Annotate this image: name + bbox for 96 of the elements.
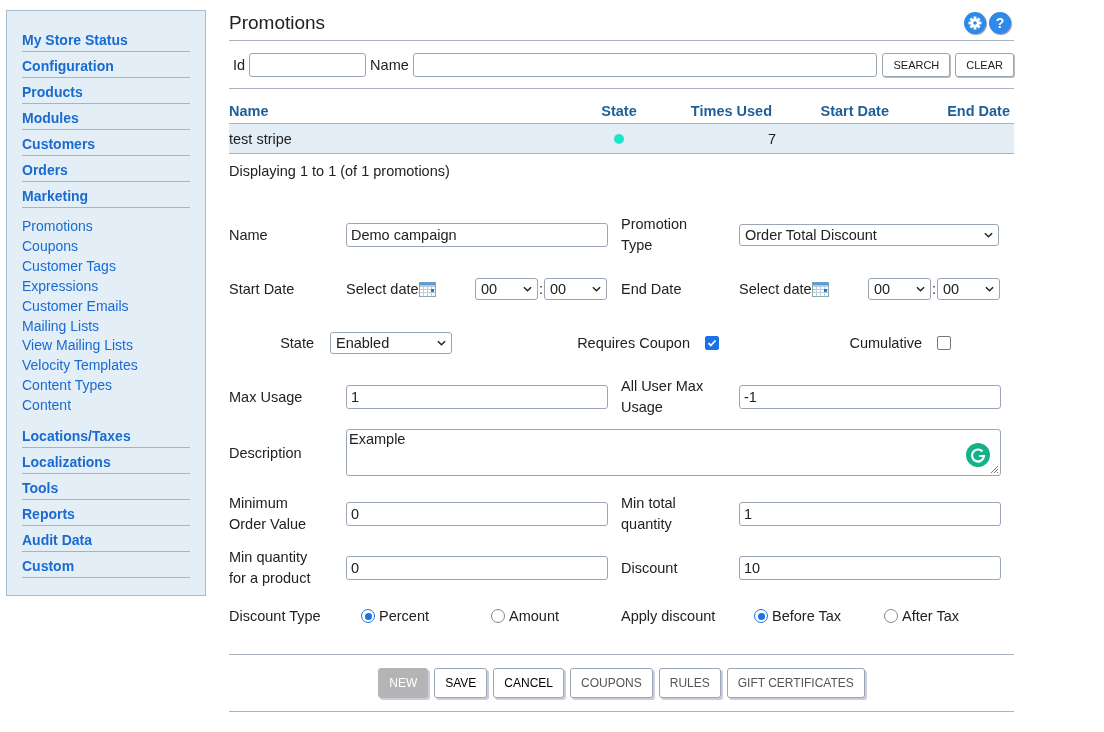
field-label: All User Max Usage: [621, 377, 705, 417]
minute-dropdown[interactable]: 00: [544, 278, 608, 300]
caret-icon: [592, 286, 602, 292]
date-picker-link[interactable]: Select date: [739, 281, 812, 297]
column-header[interactable]: Name: [229, 103, 569, 119]
time-separator: :: [538, 281, 545, 297]
minute-dropdown[interactable]: 00: [937, 278, 1001, 300]
check-icon: [707, 338, 717, 348]
sidebar-item[interactable]: Localizations: [22, 451, 190, 475]
id-field[interactable]: [249, 53, 367, 77]
sidebar-item[interactable]: Customers: [22, 133, 190, 156]
search-bar-button[interactable]: SEARCH: [882, 53, 951, 77]
text-field[interactable]: 1: [346, 385, 608, 409]
sidebar-item[interactable]: Configuration: [22, 55, 190, 78]
text-field[interactable]: 1: [739, 502, 1001, 526]
radio-option[interactable]: Amount: [491, 608, 621, 624]
calendar-icon[interactable]: [418, 281, 436, 297]
summary-text: Displaying 1 to 1 (of 1 promotions): [229, 162, 451, 179]
sidebar-item[interactable]: Orders: [22, 159, 190, 182]
text-field[interactable]: Demo campaign: [346, 223, 608, 247]
action-button[interactable]: RULES: [658, 668, 721, 698]
column-header[interactable]: End Date: [893, 103, 1014, 119]
field-label: Promotion Type: [621, 215, 689, 255]
action-button[interactable]: COUPONS: [570, 668, 653, 698]
hour-dropdown[interactable]: 00: [868, 278, 931, 300]
caret-icon: [916, 286, 925, 292]
field-label: Description: [229, 444, 303, 461]
column-header[interactable]: State: [569, 103, 669, 119]
page-title: Promotions: [229, 12, 326, 34]
sidebar-item[interactable]: Audit Data: [22, 529, 190, 553]
dropdown[interactable]: Order Total Discount: [739, 224, 999, 246]
sidebar-subitem[interactable]: Promotions: [22, 217, 190, 237]
field-label: Discount Type: [229, 608, 322, 624]
calendar-icon[interactable]: [811, 281, 829, 297]
field-label: Discount: [621, 558, 679, 578]
radio-option[interactable]: Before Tax: [754, 608, 884, 624]
field-label: Apply discount: [621, 608, 717, 624]
radio-option[interactable]: After Tax: [884, 608, 1014, 624]
sidebar-item[interactable]: Tools: [22, 477, 190, 501]
field-label: Min quantity for a product: [229, 548, 312, 588]
field-label: Name: [229, 225, 269, 245]
sidebar-subitem[interactable]: Content: [22, 396, 190, 417]
sidebar-subitem[interactable]: Content Types: [22, 376, 190, 397]
action-button[interactable]: GIFT CERTIFICATES: [726, 668, 865, 698]
field-label: Max Usage: [229, 387, 304, 407]
sidebar-item[interactable]: Custom: [22, 555, 190, 579]
sidebar-item[interactable]: Locations/Taxes: [22, 425, 190, 449]
checkbox-label: Cumulative: [848, 335, 922, 351]
text-area[interactable]: Example: [346, 429, 1001, 476]
caret-icon: [437, 340, 446, 346]
column-header[interactable]: Times Used: [669, 103, 776, 119]
text-field[interactable]: -1: [739, 385, 1001, 409]
sidebar-item[interactable]: Marketing: [22, 185, 190, 208]
table-cell-text: 7: [766, 130, 776, 147]
hour-dropdown[interactable]: 00: [475, 278, 538, 300]
name-field[interactable]: [412, 53, 878, 77]
sidebar-subitem[interactable]: View Mailing Lists: [22, 336, 190, 357]
field-label: Id: [233, 57, 246, 73]
text-field[interactable]: 0: [346, 502, 608, 526]
caret-icon: [523, 286, 532, 292]
text-field[interactable]: 10: [739, 556, 1001, 580]
sidebar-subitem[interactable]: Velocity Templates: [22, 356, 190, 377]
resize-grip-icon[interactable]: [989, 464, 999, 474]
text-field[interactable]: 0: [346, 556, 608, 580]
sidebar-item[interactable]: My Store Status: [22, 29, 190, 52]
table-row[interactable]: test stripe 7: [229, 124, 1014, 154]
field-label: End Date: [621, 279, 683, 299]
caret-icon: [985, 286, 995, 292]
table-cell-text: test stripe: [229, 130, 293, 147]
sidebar-item[interactable]: Reports: [22, 503, 190, 527]
checkbox-label: Requires Coupon: [576, 335, 690, 351]
help-button[interactable]: ?: [989, 12, 1011, 34]
dropdown[interactable]: Enabled: [330, 332, 452, 354]
search-bar-button[interactable]: CLEAR: [955, 53, 1014, 77]
sidebar-item[interactable]: Modules: [22, 107, 190, 130]
radio-option[interactable]: Percent: [361, 608, 491, 624]
date-picker-link[interactable]: Select date: [346, 281, 419, 297]
checkbox[interactable]: [705, 336, 719, 350]
action-button[interactable]: CANCEL: [493, 668, 565, 698]
sidebar-subitem[interactable]: Customer Emails: [22, 296, 190, 317]
field-label: Name: [370, 57, 409, 73]
sidebar-subitem[interactable]: Expressions: [22, 276, 190, 297]
time-separator: :: [931, 281, 938, 297]
sidebar-item[interactable]: Products: [22, 81, 190, 104]
column-header[interactable]: Start Date: [776, 103, 893, 119]
caret-icon: [984, 232, 993, 238]
field-label: Start Date: [229, 279, 296, 299]
checkbox[interactable]: [937, 336, 951, 350]
sidebar-subitem[interactable]: Mailing Lists: [22, 316, 190, 337]
field-label: Minimum Order Value: [229, 494, 308, 534]
action-button[interactable]: SAVE: [434, 668, 488, 698]
field-label: State: [279, 335, 314, 351]
settings-icon[interactable]: [964, 12, 986, 34]
sidebar-subitem[interactable]: Customer Tags: [22, 256, 190, 277]
field-label: Min total quantity: [621, 494, 677, 534]
sidebar-subitem[interactable]: Coupons: [22, 236, 190, 257]
